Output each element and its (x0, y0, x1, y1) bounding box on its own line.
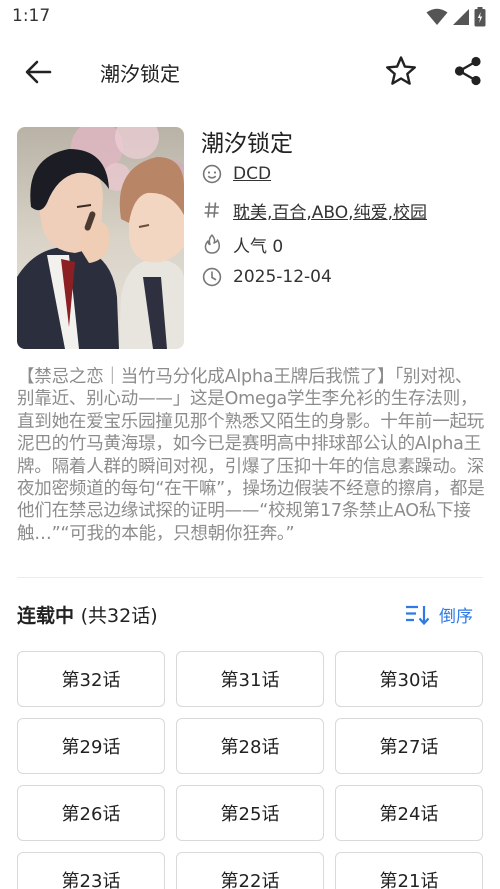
cover-image[interactable] (17, 127, 184, 349)
sort-descending-icon (406, 605, 429, 625)
author-link[interactable]: DCD (233, 164, 271, 184)
face-icon (201, 163, 223, 185)
chapter-button[interactable]: 第30话 (335, 651, 483, 707)
favorite-button[interactable] (384, 54, 418, 88)
status-bar: 1:17 (0, 0, 500, 34)
chapter-button[interactable]: 第25话 (176, 785, 324, 841)
signal-icon (453, 9, 469, 25)
sort-label: 倒序 (439, 607, 473, 627)
arrow-back-icon (25, 60, 52, 84)
date-text: 2025-12-04 (233, 267, 332, 287)
chapter-button[interactable]: 第31话 (176, 651, 324, 707)
app-bar-title: 潮汐锁定 (100, 62, 180, 86)
hashtag-icon (201, 199, 223, 221)
chapter-grid: 第32话 第31话 第30话 第29话 第28话 第27话 第26话 第25话 … (17, 651, 485, 889)
chapter-button[interactable]: 第21话 (335, 852, 483, 889)
chapter-button[interactable]: 第23话 (17, 852, 165, 889)
sort-button[interactable]: 倒序 (405, 602, 473, 627)
tags-link[interactable]: 耽美,百合,ABO,纯爱,校园 (233, 198, 427, 223)
popularity-row: 人气 0 (201, 231, 283, 257)
chapter-button[interactable]: 第28话 (176, 718, 324, 774)
star-outline-icon (386, 56, 416, 85)
chapter-header: 连载中 (共32话) (17, 601, 158, 628)
chapter-button[interactable]: 第27话 (335, 718, 483, 774)
wifi-icon (426, 8, 448, 25)
chapter-button[interactable]: 第29话 (17, 718, 165, 774)
author-row: DCD (201, 161, 271, 187)
battery-icon (474, 7, 486, 27)
divider (17, 577, 483, 578)
cover-illustration (17, 127, 184, 349)
status-time: 1:17 (12, 6, 51, 26)
book-title: 潮汐锁定 (201, 131, 293, 157)
popularity-text: 人气 0 (233, 236, 284, 257)
back-button[interactable] (22, 58, 54, 86)
chapter-button[interactable]: 第26话 (17, 785, 165, 841)
status-icons (426, 7, 486, 27)
tags-row: 耽美,百合,ABO,纯爱,校园 (201, 197, 427, 223)
chapter-button[interactable]: 第24话 (335, 785, 483, 841)
share-icon (454, 56, 481, 86)
serial-status: 连载中 (17, 605, 75, 627)
app-bar: 潮汐锁定 (0, 46, 500, 98)
chapter-button[interactable]: 第22话 (176, 852, 324, 889)
book-description: 【禁忌之恋｜当竹马分化成Alpha王牌后我慌了】「别对视、别靠近、别心动——」这… (17, 367, 485, 544)
share-button[interactable] (452, 55, 484, 87)
clock-icon (201, 266, 223, 288)
date-row: 2025-12-04 (201, 264, 332, 290)
chapter-count: (共32话) (80, 605, 158, 627)
chapter-button[interactable]: 第32话 (17, 651, 165, 707)
fire-icon (201, 233, 223, 255)
